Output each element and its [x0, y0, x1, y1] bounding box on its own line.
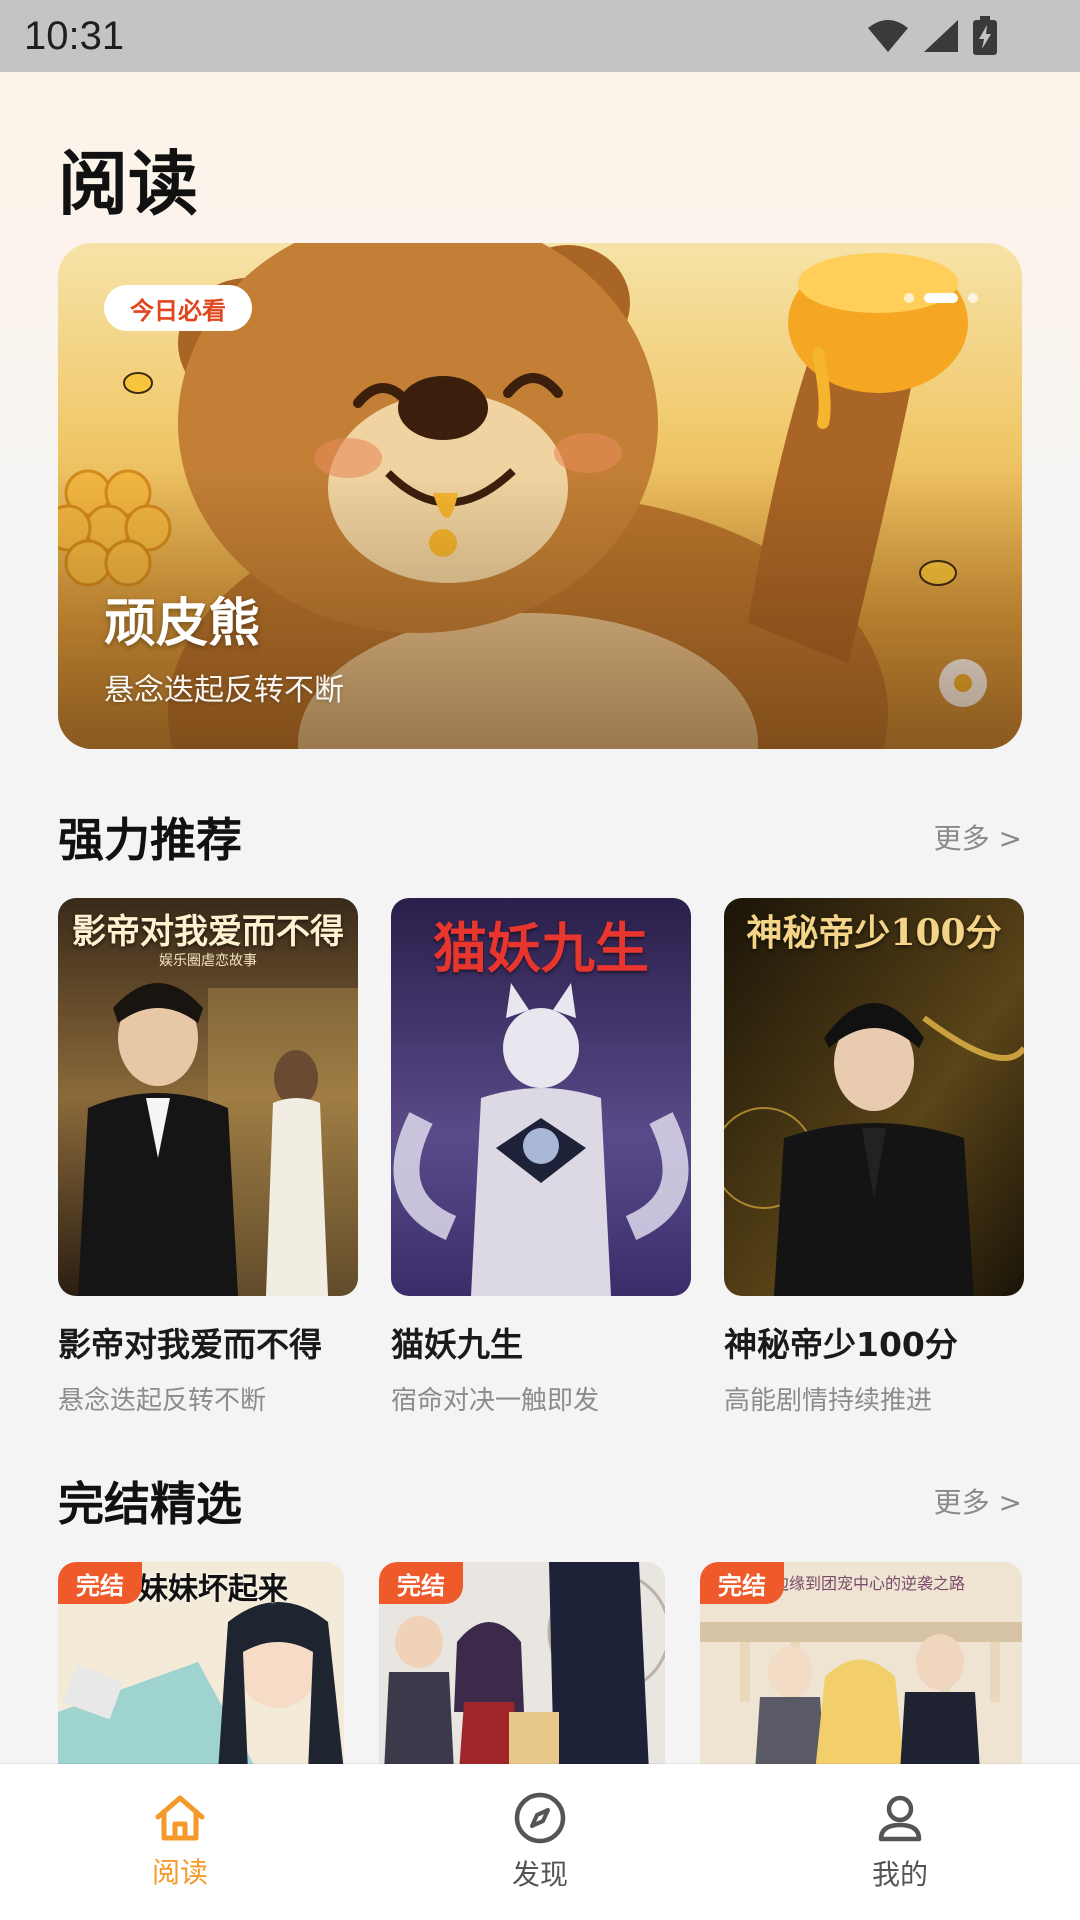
status-time: 10:31 [24, 13, 125, 58]
nav-label: 阅读 [151, 1856, 208, 1889]
more-link[interactable]: 更多 > [934, 1481, 1022, 1521]
finished-section-header: 完结精选 更多 > [58, 1468, 1022, 1534]
carousel-indicator[interactable] [904, 293, 978, 303]
cover-title-art: 神秘帝少100分 [746, 912, 1002, 954]
book-subtitle: 高能剧情持续推进 [724, 1386, 933, 1416]
nav-label: 我的 [871, 1858, 928, 1891]
cover-tagline: 娱乐圈虐恋故事 [159, 953, 257, 969]
hero-badge: 今日必看 [104, 285, 252, 331]
page-title: 阅读 [58, 143, 198, 225]
hero-title: 顽皮熊 [104, 594, 261, 654]
bottom-navigation: 阅读 发现 我的 [0, 1764, 1080, 1920]
book-title: 神秘帝少100分 [724, 1325, 958, 1364]
hero-subtitle: 悬念迭起反转不断 [104, 673, 344, 708]
book-subtitle: 悬念迭起反转不断 [58, 1386, 267, 1416]
finished-book-card[interactable]: 从边缘到团宠中心的逆袭之路 完结 [700, 1562, 1022, 1772]
nav-item-discover[interactable]: 发现 [440, 1791, 640, 1893]
nav-label: 发现 [511, 1858, 568, 1891]
recommend-section-header: 强力推荐 更多 > [58, 804, 1022, 870]
carousel-dot[interactable] [904, 293, 914, 303]
nav-item-profile[interactable]: 我的 [800, 1791, 1000, 1893]
finished-badge: 完结 [379, 1562, 463, 1604]
home-icon [155, 1795, 205, 1841]
compass-icon [514, 1792, 566, 1844]
book-card[interactable]: 影帝对我爱而不得 娱乐圈虐恋故事 影帝对我爱而不得 悬念迭起反转不断 [58, 898, 358, 1417]
book-cover[interactable]: 影帝对我爱而不得 娱乐圈虐恋故事 [58, 898, 358, 1296]
cover-title-art: 影帝对我爱而不得 [72, 912, 344, 952]
finished-book-card[interactable]: 完结 [379, 1562, 665, 1772]
book-subtitle: 宿命对决一触即发 [391, 1386, 600, 1416]
book-card[interactable]: 猫妖九生 猫妖九生 宿命对决一触即发 [391, 898, 691, 1417]
book-title: 猫妖九生 [391, 1325, 523, 1364]
section-title: 完结精选 [58, 1477, 242, 1531]
carousel-dot[interactable] [968, 293, 978, 303]
section-title: 强力推荐 [58, 813, 242, 867]
user-icon [878, 1795, 922, 1842]
cover-image [724, 898, 1024, 1296]
finished-book-card[interactable]: 妹妹坏起来 完结 [58, 1562, 344, 1772]
status-bar: 10:31 [0, 0, 1080, 72]
book-cover[interactable]: 猫妖九生 [391, 898, 691, 1296]
signal-icon [924, 20, 958, 52]
more-link[interactable]: 更多 > [934, 817, 1022, 857]
finished-badge: 完结 [700, 1562, 784, 1604]
battery-icon [973, 16, 997, 55]
carousel-dot-active[interactable] [924, 293, 958, 303]
book-title: 影帝对我爱而不得 [58, 1325, 322, 1364]
hero-banner[interactable]: 今日必看 顽皮熊 悬念迭起反转不断 [58, 243, 1022, 749]
nav-item-read[interactable]: 阅读 [80, 1793, 280, 1891]
status-icons [866, 16, 998, 56]
cover-title-art: 妹妹坏起来 [138, 1572, 288, 1607]
wifi-icon [868, 20, 908, 52]
book-cover[interactable]: 神秘帝少100分 [724, 898, 1024, 1296]
book-card[interactable]: 神秘帝少100分 神秘帝少100分 高能剧情持续推进 [724, 898, 1024, 1417]
cover-title-art: 猫妖九生 [433, 916, 649, 980]
finished-badge: 完结 [58, 1562, 142, 1604]
